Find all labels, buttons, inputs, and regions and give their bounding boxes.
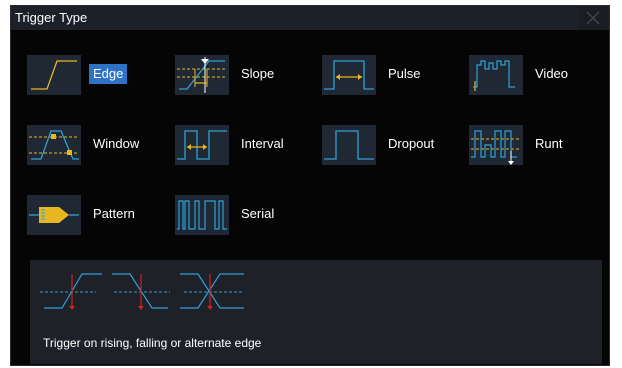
dropout-trigger-icon (324, 130, 374, 160)
option-label: Pulse (388, 66, 421, 81)
option-label: Serial (241, 206, 275, 221)
option-label: Runt (535, 136, 563, 151)
option-label: Pattern (93, 206, 135, 221)
description-panel: Trigger on rising, falling or alternate … (30, 260, 602, 364)
option-label: Dropout (388, 136, 435, 151)
option-label: Interval (241, 136, 284, 151)
close-button[interactable] (578, 6, 608, 30)
pattern-trigger-icon (29, 207, 79, 223)
option-label: Window (93, 136, 140, 151)
dialog-title: Trigger Type (15, 10, 88, 25)
close-icon (586, 11, 600, 25)
runt-trigger-icon (471, 130, 521, 165)
window-trigger-icon (29, 130, 79, 160)
video-trigger-icon (473, 60, 515, 91)
serial-trigger-icon (177, 200, 227, 230)
dialog-titlebar: Trigger Type (11, 6, 609, 30)
edge-trigger-icon (31, 60, 77, 90)
pulse-trigger-icon (324, 60, 374, 90)
falling-edge-icon (112, 273, 170, 310)
slope-trigger-icon (177, 57, 227, 93)
option-label: Edge (89, 64, 128, 84)
description-text: Trigger on rising, falling or alternate … (43, 336, 262, 350)
option-label: Video (535, 66, 569, 81)
trigger-type-dialog: Trigger Type Edge Slope Pulse Video Wind… (10, 5, 610, 366)
alternate-edge-icon (180, 273, 244, 310)
edge-modes-diagram (40, 273, 244, 310)
option-label: Slope (241, 66, 275, 81)
interval-trigger-icon (177, 130, 227, 160)
rising-edge-icon (40, 273, 102, 310)
